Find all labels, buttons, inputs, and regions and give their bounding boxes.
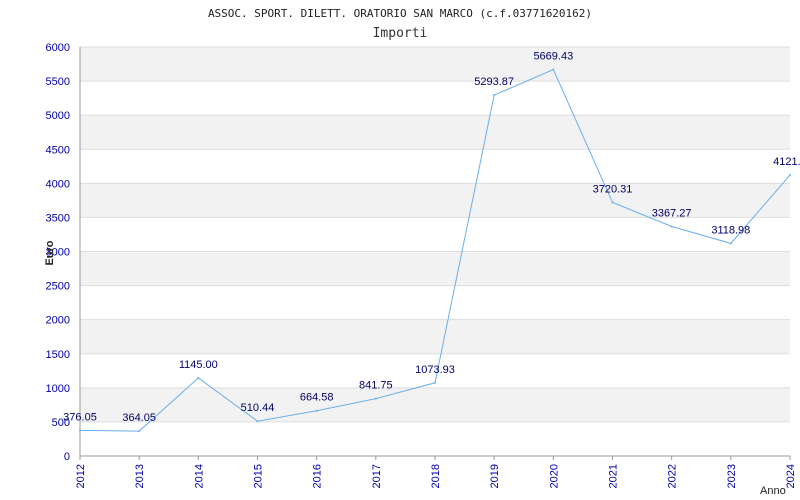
- y-tick-label: 4000: [46, 178, 70, 190]
- data-label: 376.05: [63, 411, 97, 423]
- data-label: 5669.43: [533, 51, 573, 63]
- data-point: [670, 225, 673, 228]
- x-tick-label: 2012: [75, 464, 87, 488]
- grid-band: [80, 387, 790, 422]
- y-axis-label: Euro: [44, 240, 56, 265]
- data-label: 841.75: [359, 380, 393, 392]
- x-tick-label: 2015: [253, 464, 265, 488]
- x-axis-label: Anno: [760, 485, 786, 497]
- x-tick-label: 2024: [785, 464, 797, 488]
- data-label: 3367.27: [652, 207, 692, 219]
- x-tick-label: 2019: [489, 464, 501, 488]
- data-point: [552, 68, 555, 71]
- line-chart: 0500100015002000250030003500400045005000…: [44, 7, 800, 497]
- chart-title: ASSOC. SPORT. DILETT. ORATORIO SAN MARCO…: [208, 7, 592, 20]
- data-label: 3118.98: [711, 224, 750, 236]
- data-labels: 376.05 364.05 1145.00 510.44 664.58 841.75 107…: [63, 51, 800, 425]
- data-point: [789, 174, 791, 177]
- y-tick-label: 2000: [46, 315, 70, 327]
- y-tick-label: 1500: [46, 349, 70, 361]
- y-tick-label: 6000: [46, 42, 70, 54]
- data-point: [256, 420, 259, 423]
- data-label: 664.58: [300, 392, 334, 404]
- data-label: 4121.6: [773, 156, 800, 168]
- data-label: 510.44: [241, 402, 275, 414]
- x-tick-labels: 2012 2013 2014 2015 2016 2017 2018 2019 2020 2021…: [75, 456, 797, 488]
- y-tick-label: 5000: [46, 110, 70, 122]
- y-tick-label: 5500: [46, 76, 70, 88]
- data-point: [434, 381, 436, 384]
- data-label: 5293.87: [474, 76, 514, 88]
- y-tick-label: 3500: [46, 212, 70, 224]
- x-tick-label: 2017: [371, 464, 383, 488]
- y-tick-label: 2500: [46, 281, 70, 293]
- chart-subtitle: Importi: [373, 26, 428, 41]
- data-label: 3720.31: [593, 183, 633, 195]
- data-point: [729, 242, 732, 245]
- data-point: [197, 376, 200, 379]
- data-point: [315, 409, 318, 412]
- grid-band: [80, 47, 790, 82]
- data-label: 364.05: [122, 412, 156, 424]
- grid-band: [80, 251, 790, 286]
- x-tick-label: 2018: [430, 464, 442, 488]
- data-label: 1073.93: [415, 364, 455, 376]
- y-tick-label: 0: [64, 451, 70, 463]
- data-point: [374, 397, 377, 400]
- x-tick-label: 2022: [667, 464, 679, 488]
- data-point: [79, 429, 81, 432]
- x-tick-label: 2021: [608, 464, 620, 488]
- data-point: [138, 430, 141, 433]
- y-tick-label: 4500: [46, 144, 70, 156]
- data-point: [493, 94, 496, 97]
- x-tick-label: 2014: [193, 464, 205, 488]
- grid-band: [80, 319, 790, 354]
- x-tick-label: 2023: [726, 464, 738, 488]
- x-tick-label: 2013: [134, 464, 146, 488]
- x-tick-label: 2020: [548, 464, 560, 488]
- y-tick-label: 1000: [46, 383, 70, 395]
- grid-band: [80, 115, 790, 150]
- data-label: 1145.00: [179, 359, 218, 371]
- data-point: [611, 201, 614, 204]
- x-tick-label: 2016: [312, 464, 324, 488]
